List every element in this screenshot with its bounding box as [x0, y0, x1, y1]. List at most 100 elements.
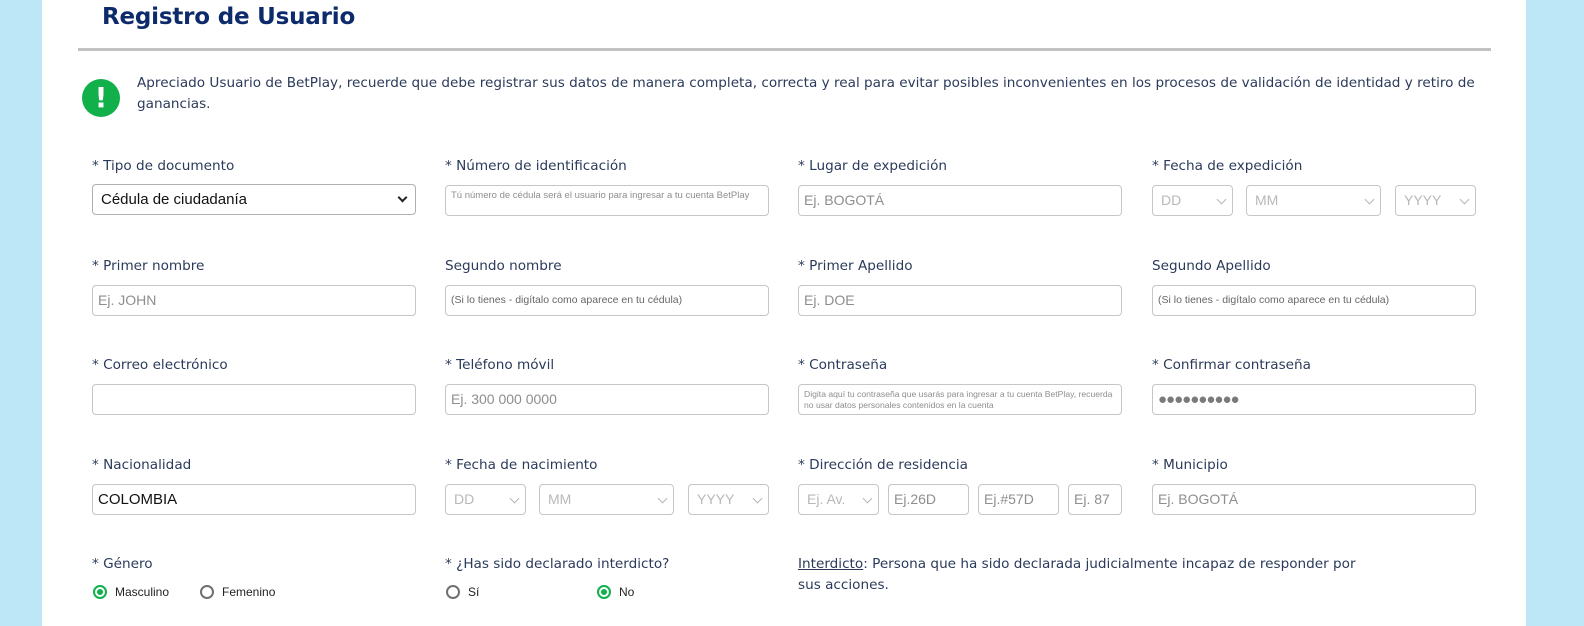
interdicto-term: Interdicto — [798, 556, 864, 572]
confirmar-contrasena-label: * Confirmar contraseña — [1152, 357, 1311, 373]
contrasena-placeholder: Digita aquí tu contraseña que usarás par… — [804, 389, 1113, 410]
telefono-input[interactable]: Ej. 300 000 0000 — [445, 384, 769, 415]
tipo-via-placeholder: Ej. Av. — [807, 491, 846, 507]
day-placeholder: DD — [1161, 192, 1182, 208]
contrasena-label: * Contraseña — [798, 357, 888, 373]
genero-option-label: Femenino — [222, 585, 276, 599]
chevron-down-icon — [1459, 194, 1470, 205]
primer-nombre-placeholder: Ej. JOHN — [98, 292, 157, 308]
confirmar-contrasena-value: ●●●●●●●●●● — [1158, 391, 1240, 408]
nacionalidad-label: * Nacionalidad — [92, 457, 192, 473]
field-primer-nombre: * Primer nombre — [92, 256, 204, 276]
fecha-expedicion-label: * Fecha de expedición — [1152, 158, 1303, 174]
interdicto-label: * ¿Has sido declarado interdicto? — [445, 556, 670, 572]
year-placeholder: YYYY — [697, 491, 735, 507]
day-placeholder: DD — [454, 491, 475, 507]
tipo-documento-label: * Tipo de documento — [92, 158, 235, 174]
genero-label: * Género — [92, 556, 153, 572]
contrasena-input[interactable]: Digita aquí tu contraseña que usarás par… — [798, 384, 1122, 415]
interdicto-option-label: No — [619, 585, 635, 599]
field-confirmar-contrasena: * Confirmar contraseña — [1152, 355, 1311, 375]
lugar-expedicion-placeholder: Ej. BOGOTÁ — [804, 192, 885, 208]
primer-apellido-placeholder: Ej. DOE — [804, 292, 855, 308]
fecha-expedicion-month-select[interactable]: MM — [1246, 185, 1381, 216]
field-genero: * Género — [92, 554, 153, 574]
segundo-nombre-input[interactable]: (Si lo tienes - digítalo como aparece en… — [445, 285, 769, 316]
genero-option-label: Masculino — [115, 585, 170, 599]
chevron-down-icon — [1216, 194, 1227, 205]
primer-apellido-input[interactable]: Ej. DOE — [798, 285, 1122, 316]
chevron-down-icon — [752, 493, 763, 504]
direccion-tipo-via-select[interactable]: Ej. Av. — [798, 484, 879, 515]
direccion-label: * Dirección de residencia — [798, 457, 969, 473]
confirmar-contrasena-input[interactable]: ●●●●●●●●●● — [1152, 384, 1476, 415]
primer-nombre-input[interactable]: Ej. JOHN — [92, 285, 416, 316]
field-municipio: * Municipio — [1152, 455, 1228, 475]
primer-nombre-label: * Primer nombre — [92, 258, 205, 274]
interdicto-option-si[interactable]: Sí — [446, 582, 479, 602]
exclamation-icon: ! — [82, 79, 120, 117]
field-interdicto: * ¿Has sido declarado interdicto? — [445, 554, 669, 574]
interdicto-option-label: Sí — [468, 585, 480, 599]
interdicto-definition: Interdicto: Persona que ha sido declarad… — [798, 554, 1358, 596]
page-title: Registro de Usuario — [102, 4, 356, 30]
field-lugar-expedicion: * Lugar de expedición — [798, 156, 947, 176]
fecha-expedicion-year-select[interactable]: YYYY — [1395, 185, 1476, 216]
genero-option-masculino[interactable]: Masculino — [93, 582, 169, 602]
field-contrasena: * Contraseña — [798, 355, 887, 375]
lugar-expedicion-input[interactable]: Ej. BOGOTÁ — [798, 185, 1122, 216]
lugar-expedicion-label: * Lugar de expedición — [798, 158, 948, 174]
chevron-down-icon — [509, 493, 520, 504]
field-correo: * Correo electrónico — [92, 355, 228, 375]
field-tipo-documento: * Tipo de documento — [92, 156, 234, 176]
field-nacionalidad: * Nacionalidad — [92, 455, 191, 475]
direccion-numero-cruce-input[interactable]: Ej.#57D — [978, 484, 1059, 515]
radio-unchecked-icon[interactable] — [446, 585, 460, 599]
registration-panel: Registro de Usuario ! Apreciado Usuario … — [42, 0, 1526, 626]
segundo-apellido-input[interactable]: (Si lo tienes - digítalo como aparece en… — [1152, 285, 1476, 316]
field-primer-apellido: * Primer Apellido — [798, 256, 913, 276]
chevron-down-icon — [657, 493, 668, 504]
telefono-label: * Teléfono móvil — [445, 357, 555, 373]
telefono-placeholder: Ej. 300 000 0000 — [451, 391, 557, 407]
segundo-nombre-placeholder: (Si lo tienes - digítalo como aparece en… — [451, 294, 683, 306]
numero-via-placeholder: Ej.26D — [894, 491, 937, 507]
field-telefono: * Teléfono móvil — [445, 355, 554, 375]
direccion-numero-via-input[interactable]: Ej.26D — [888, 484, 969, 515]
direccion-numero-placa-input[interactable]: Ej. 87 — [1068, 484, 1122, 515]
month-placeholder: MM — [1255, 192, 1279, 208]
title-divider — [78, 48, 1491, 51]
field-fecha-expedicion: * Fecha de expedición — [1152, 156, 1302, 176]
municipio-input[interactable]: Ej. BOGOTÁ — [1152, 484, 1476, 515]
interdicto-definition-text: : Persona que ha sido declarada judicial… — [798, 556, 1356, 593]
chevron-down-icon — [397, 192, 408, 203]
year-placeholder: YYYY — [1404, 192, 1442, 208]
chevron-down-icon — [862, 493, 873, 504]
radio-checked-icon[interactable] — [597, 585, 611, 599]
tipo-documento-select[interactable]: Cédula de ciudadanía — [92, 184, 416, 215]
radio-unchecked-icon[interactable] — [200, 585, 214, 599]
tipo-documento-value: Cédula de ciudadanía — [101, 191, 247, 208]
segundo-apellido-placeholder: (Si lo tienes - digítalo como aparece en… — [1158, 294, 1390, 306]
nacionalidad-input[interactable]: COLOMBIA — [92, 484, 416, 515]
nacionalidad-value: COLOMBIA — [98, 491, 178, 508]
fecha-nacimiento-label: * Fecha de nacimiento — [445, 457, 598, 473]
interdicto-option-no[interactable]: No — [597, 582, 634, 602]
correo-input[interactable] — [92, 384, 416, 415]
fecha-nacimiento-year-select[interactable]: YYYY — [688, 484, 769, 515]
chevron-down-icon — [1364, 194, 1375, 205]
month-placeholder: MM — [548, 491, 572, 507]
field-segundo-apellido: Segundo Apellido — [1152, 256, 1271, 276]
genero-option-femenino[interactable]: Femenino — [200, 582, 275, 602]
field-segundo-nombre: Segundo nombre — [445, 256, 562, 276]
radio-checked-icon[interactable] — [93, 585, 107, 599]
numero-placa-placeholder: Ej. 87 — [1074, 491, 1110, 507]
numero-identificacion-input[interactable]: Tú número de cédula será el usuario para… — [445, 185, 769, 216]
fecha-expedicion-day-select[interactable]: DD — [1152, 185, 1233, 216]
field-fecha-nacimiento: * Fecha de nacimiento — [445, 455, 597, 475]
field-direccion: * Dirección de residencia — [798, 455, 968, 475]
numero-cruce-placeholder: Ej.#57D — [984, 491, 1034, 507]
fecha-nacimiento-day-select[interactable]: DD — [445, 484, 526, 515]
segundo-apellido-label: Segundo Apellido — [1152, 258, 1271, 274]
fecha-nacimiento-month-select[interactable]: MM — [539, 484, 674, 515]
